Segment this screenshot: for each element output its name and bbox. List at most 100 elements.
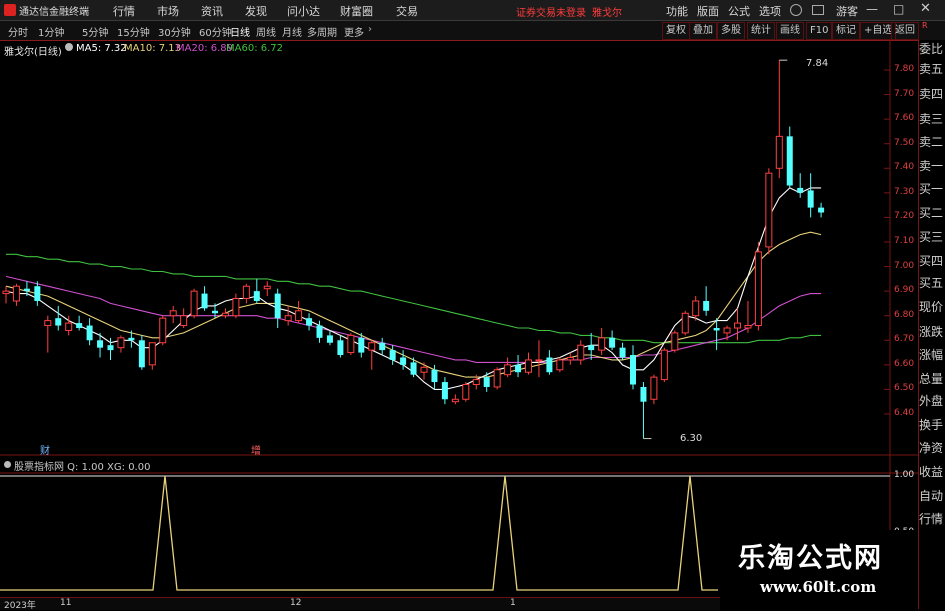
candle-down xyxy=(337,340,344,356)
login-guest[interactable]: 游客 xyxy=(836,3,858,19)
menu-caifuquan[interactable]: 财富圈 xyxy=(340,3,373,19)
draw-line-button[interactable]: 画线 xyxy=(776,22,804,40)
price-tick-label: 7.70 xyxy=(894,88,915,99)
candle-down xyxy=(128,337,135,341)
user-icon[interactable] xyxy=(790,4,802,16)
period-monthly[interactable]: 月线 xyxy=(282,24,302,39)
quote-item[interactable]: 外盘 xyxy=(919,392,943,409)
watermark-title: 乐淘公式网 xyxy=(738,543,883,574)
candle-down xyxy=(609,337,616,348)
period-5min[interactable]: 5分钟 xyxy=(82,24,108,39)
menu-gongneng[interactable]: 功能 xyxy=(666,3,688,19)
quote-item[interactable]: 净资 xyxy=(919,439,943,456)
minimize-icon[interactable]: — xyxy=(866,2,878,16)
candle-down xyxy=(389,350,396,360)
period-60min[interactable]: 60分钟 xyxy=(199,24,232,39)
candle-down xyxy=(55,318,62,326)
candle-down xyxy=(630,355,636,385)
menu-hangqing[interactable]: 行情 xyxy=(113,3,135,19)
quote-item[interactable]: 现价 xyxy=(919,298,943,315)
menu-zixun[interactable]: 资讯 xyxy=(201,3,223,19)
period-more[interactable]: 更多 xyxy=(344,24,364,39)
quote-item[interactable]: 买一 xyxy=(919,180,943,197)
close-icon[interactable]: ✕ xyxy=(920,1,931,16)
quote-item[interactable]: 卖二 xyxy=(919,133,943,150)
candle-up xyxy=(169,310,177,317)
menu-faxian[interactable]: 发现 xyxy=(245,3,267,19)
candle-down xyxy=(34,286,41,301)
indicator-gear-icon[interactable] xyxy=(4,461,11,468)
menu-shichang[interactable]: 市场 xyxy=(157,3,179,19)
period-15min[interactable]: 15分钟 xyxy=(117,24,150,39)
app-title: 通达信金融终端 xyxy=(19,7,89,18)
quote-item[interactable]: 涨幅 xyxy=(919,346,943,363)
quote-item[interactable]: 买三 xyxy=(919,228,943,245)
back-button[interactable]: 返回 xyxy=(891,22,919,40)
maximize-icon[interactable]: □ xyxy=(893,2,904,16)
candle-down xyxy=(619,347,626,358)
quote-item[interactable]: 涨跌 xyxy=(919,323,943,340)
menu-jiaoyi[interactable]: 交易 xyxy=(396,3,418,19)
price-tick-label: 7.80 xyxy=(894,64,915,74)
period-multi[interactable]: 多周期 xyxy=(307,24,337,39)
quote-item[interactable]: 买四 xyxy=(919,252,943,269)
kline-chart[interactable] xyxy=(0,40,918,597)
price-tick-label: 7.10 xyxy=(894,236,915,246)
period-daily[interactable]: 日线 xyxy=(230,24,250,39)
period-weekly[interactable]: 周线 xyxy=(256,24,276,39)
trade-login-status[interactable]: 证券交易未登录 xyxy=(516,4,586,19)
message-icon[interactable] xyxy=(812,5,824,15)
quote-item[interactable]: 总量 xyxy=(919,370,943,387)
f10-button[interactable]: F10 xyxy=(806,22,833,40)
quote-item[interactable]: 买五 xyxy=(919,274,943,291)
price-tick-label: 6.70 xyxy=(894,334,915,345)
price-tick-label: 6.50 xyxy=(894,383,915,394)
quote-item[interactable]: 收益 xyxy=(919,463,943,480)
candle-up xyxy=(232,298,240,317)
quote-item[interactable]: 换手 xyxy=(919,416,943,433)
low-price-annotation: 6.30 xyxy=(680,433,703,444)
candle-up xyxy=(681,312,689,334)
quote-item[interactable]: 自动 xyxy=(919,487,943,504)
menu-banmian[interactable]: 版面 xyxy=(697,3,719,19)
ma20-label: MA20: 6.89 xyxy=(176,43,234,54)
quote-item[interactable]: 行情 xyxy=(919,510,943,527)
candle-up xyxy=(347,334,355,354)
candle-down xyxy=(441,382,448,400)
statistics-button[interactable]: 统计 xyxy=(747,22,775,40)
candle-down xyxy=(410,362,417,375)
marker-cai[interactable]: 财 xyxy=(40,442,50,457)
price-tick-label: 6.40 xyxy=(894,408,915,418)
period-1min[interactable]: 1分钟 xyxy=(38,24,64,39)
multi-stock-button[interactable]: 多股 xyxy=(717,22,745,40)
settings-gear-icon[interactable] xyxy=(65,43,73,51)
quote-item[interactable]: 卖一 xyxy=(919,157,943,174)
candle-up xyxy=(754,251,762,327)
menu-gongshi[interactable]: 公式 xyxy=(728,3,750,19)
candle-up xyxy=(577,344,585,361)
date-label-dec: 12 xyxy=(290,598,302,608)
overlay-button[interactable]: 叠加 xyxy=(689,22,717,40)
app-logo-icon xyxy=(4,4,16,16)
candle-up xyxy=(242,285,250,300)
quote-item[interactable]: 买二 xyxy=(919,204,943,221)
menu-wenxiaoda[interactable]: 问小达 xyxy=(287,3,320,19)
period-30min[interactable]: 30分钟 xyxy=(158,24,191,39)
candle-up xyxy=(368,342,376,351)
candle-down xyxy=(86,325,93,341)
period-fenshi[interactable]: 分时 xyxy=(8,24,28,39)
mark-button[interactable]: 标记 xyxy=(832,22,860,40)
quote-item[interactable]: 卖四 xyxy=(919,85,943,102)
quote-item[interactable]: 委比 xyxy=(919,40,943,57)
price-tick-label: 7.30 xyxy=(894,186,915,197)
quote-item[interactable]: 卖五 xyxy=(919,60,943,77)
indicator-q-line xyxy=(0,475,718,591)
menu-xuanxiang[interactable]: 选项 xyxy=(759,3,781,19)
candle-up xyxy=(744,325,752,329)
chevron-right-icon[interactable]: › xyxy=(368,24,372,35)
marker-zeng[interactable]: 增 xyxy=(251,442,261,457)
fuquan-button[interactable]: 复权 xyxy=(662,22,690,40)
candle-down xyxy=(76,323,83,328)
quote-item[interactable]: 卖三 xyxy=(919,110,943,127)
candle-down xyxy=(546,357,553,373)
